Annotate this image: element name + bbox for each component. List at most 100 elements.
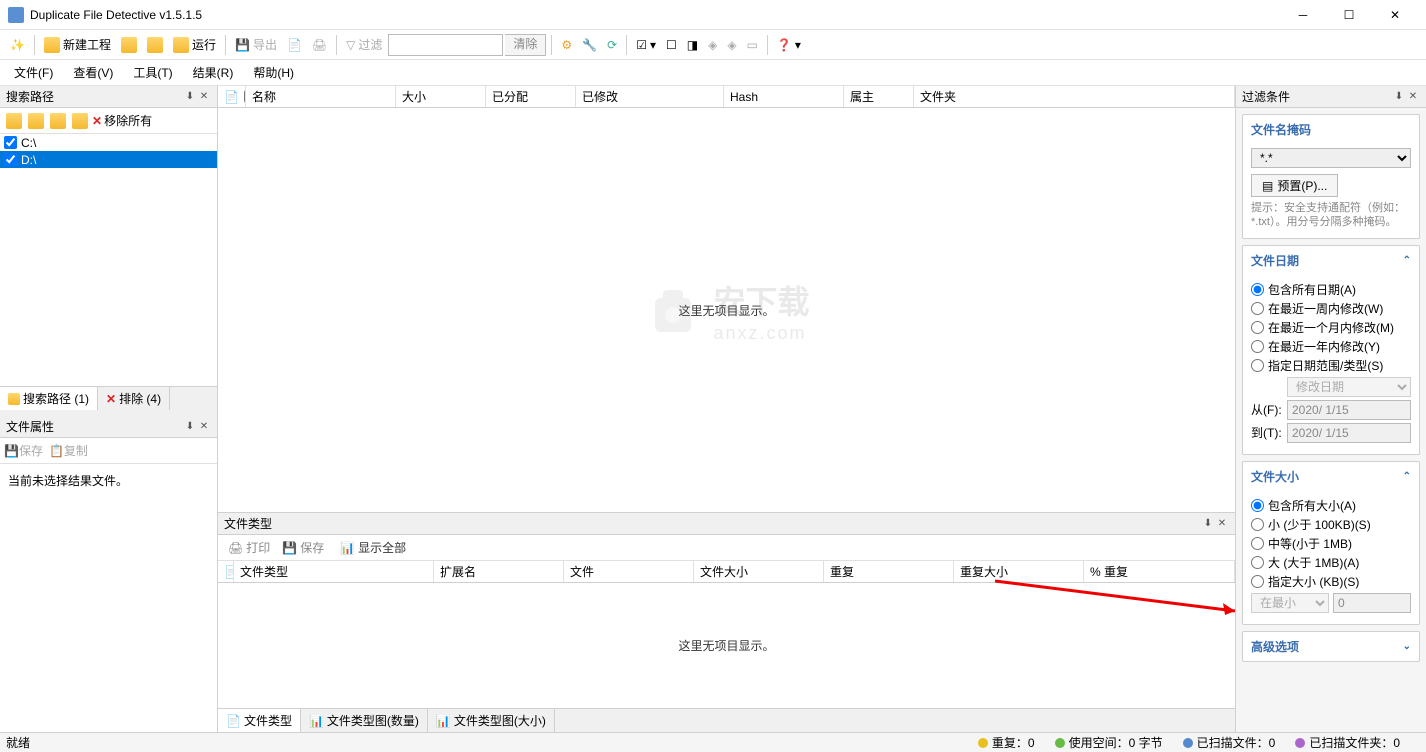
drive-d-label: D:\ [21,153,36,167]
drive-c-checkbox[interactable] [4,136,17,149]
pin-icon[interactable]: ⬇ [183,90,197,104]
save-button[interactable] [143,33,167,57]
bottom-save-button[interactable]: 💾保存 [278,537,328,558]
minimize-button[interactable]: ─ [1280,0,1326,30]
tab-exclude[interactable]: ✕排除 (4) [98,387,170,410]
col-pctdup[interactable]: % 重复 [1084,561,1235,582]
gear-button[interactable]: ⚙ [557,33,576,57]
menu-tools[interactable]: 工具(T) [125,61,180,84]
col-filesize[interactable]: 文件大小 [694,561,824,582]
col-name[interactable]: 名称 [246,86,396,107]
props-copy-button[interactable]: 📋复制 [49,442,88,459]
cube1-button[interactable]: ◈ [704,33,721,57]
tab-file-type[interactable]: 📄文件类型 [218,709,301,732]
date-title[interactable]: 文件日期⌃ [1243,246,1419,275]
col-filetype[interactable]: 文件类型 [234,561,434,582]
add-folder-button[interactable] [4,111,24,131]
col-owner[interactable]: 属主 [844,86,914,107]
refresh-button[interactable]: ⟳ [603,33,621,57]
pin-icon[interactable]: ⬇ [1392,90,1406,104]
pin-icon[interactable]: ⬇ [183,420,197,434]
doc-button[interactable]: 📄 [283,33,306,57]
menu-file[interactable]: 文件(F) [6,61,61,84]
date-opt-all[interactable]: 包含所有日期(A) [1251,281,1411,298]
drive-d-checkbox[interactable] [4,153,17,166]
date-opt-month[interactable]: 在最近一个月内修改(M) [1251,319,1411,336]
advanced-panel[interactable]: 高级选项⌄ [1242,631,1420,662]
col-allocated[interactable]: 已分配 [486,86,576,107]
remove-all-button[interactable]: ✕移除所有 [92,111,152,131]
app-title: Duplicate File Detective v1.5.1.5 [30,8,1280,22]
export-button[interactable]: 💾导出 [231,33,281,57]
menu-help[interactable]: 帮助(H) [245,61,302,84]
run-button[interactable]: 运行 [169,33,220,57]
col-dup[interactable]: 重复 [824,561,954,582]
size-title[interactable]: 文件大小⌃ [1243,462,1419,491]
show-all-label: 显示全部 [358,539,406,556]
window-button[interactable]: ▭ [743,33,762,57]
close-panel-icon[interactable]: ✕ [197,90,211,104]
tab-file-type-chart-count[interactable]: 📊文件类型图(数量) [301,709,428,732]
open-button[interactable] [117,33,141,57]
wand-button[interactable]: ✨ [6,33,29,57]
mask-input[interactable]: *.* [1251,148,1411,168]
close-panel-icon[interactable]: ✕ [197,420,211,434]
date-to [1287,423,1411,443]
date-from [1287,400,1411,420]
date-panel: 文件日期⌃ 包含所有日期(A) 在最近一周内修改(W) 在最近一个月内修改(M)… [1242,245,1420,455]
bottom-print-button[interactable]: 🖨打印 [224,537,274,558]
add-folder2-button[interactable] [26,111,46,131]
date-opt-range[interactable]: 指定日期范围/类型(S) [1251,357,1411,374]
wrench-button[interactable]: 🔧 [578,33,601,57]
check-button[interactable]: ☑▾ [632,33,660,57]
date-opt-year[interactable]: 在最近一年内修改(Y) [1251,338,1411,355]
help-button[interactable]: ❓▾ [773,33,805,57]
print-button[interactable]: 🖨 [308,33,331,57]
col-hash[interactable]: Hash [724,86,844,107]
tab-file-type-chart-size[interactable]: 📊文件类型图(大小) [428,709,555,732]
col-modified[interactable]: 已修改 [576,86,724,107]
invert-button[interactable]: ◨ [683,33,702,57]
add-folder3-button[interactable] [48,111,68,131]
status-dup: 重复：0 [992,734,1035,751]
col-ext[interactable]: 扩展名 [434,561,564,582]
dot-purple-icon [1295,738,1305,748]
menu-results[interactable]: 结果(R) [185,61,242,84]
size-opt-medium[interactable]: 中等(小于 1MB) [1251,535,1411,552]
drive-item-d[interactable]: D:\ [0,151,217,168]
col-files[interactable]: 文件 [564,561,694,582]
to-label: 到(T): [1251,424,1283,441]
new-project-button[interactable]: 新建工程 [40,33,115,57]
close-panel-icon[interactable]: ✕ [1406,90,1420,104]
col-folder[interactable]: 文件夹 [914,86,1235,107]
menu-view[interactable]: 查看(V) [65,61,121,84]
filter-button[interactable]: ▽过滤 [342,33,386,57]
close-panel-icon[interactable]: ✕ [1215,517,1229,531]
col-icon[interactable]: 📄 [218,86,246,107]
drive-item-c[interactable]: C:\ [0,134,217,151]
cube2-button[interactable]: ◈ [723,33,740,57]
props-save-label: 保存 [19,444,43,458]
size-opt-large[interactable]: 大 (大于 1MB)(A) [1251,554,1411,571]
cube-icon: ◈ [708,38,717,52]
filter-input[interactable] [388,34,503,56]
uncheck-button[interactable]: ☐ [662,33,681,57]
size-opt-small[interactable]: 小 (少于 100KB)(S) [1251,516,1411,533]
preset-button[interactable]: ▤预置(P)... [1251,174,1338,197]
col-size[interactable]: 大小 [396,86,486,107]
pin-icon[interactable]: ⬇ [1201,517,1215,531]
props-message: 当前未选择结果文件。 [8,474,128,488]
maximize-button[interactable]: ☐ [1326,0,1372,30]
clear-button[interactable]: 清除 [505,34,546,56]
show-all-button[interactable]: 📊显示全部 [336,537,410,558]
date-opt-week[interactable]: 在最近一周内修改(W) [1251,300,1411,317]
props-save-button[interactable]: 💾保存 [4,442,43,459]
bottom-print-label: 打印 [246,539,270,556]
close-button[interactable]: ✕ [1372,0,1418,30]
size-opt-custom[interactable]: 指定大小 (KB)(S) [1251,573,1411,590]
size-opt-all[interactable]: 包含所有大小(A) [1251,497,1411,514]
tab-search-path[interactable]: 搜索路径 (1) [0,387,98,410]
add-folder4-button[interactable] [70,111,90,131]
list-icon: ▤ [1262,179,1273,193]
col-dupsize[interactable]: 重复大小 [954,561,1084,582]
